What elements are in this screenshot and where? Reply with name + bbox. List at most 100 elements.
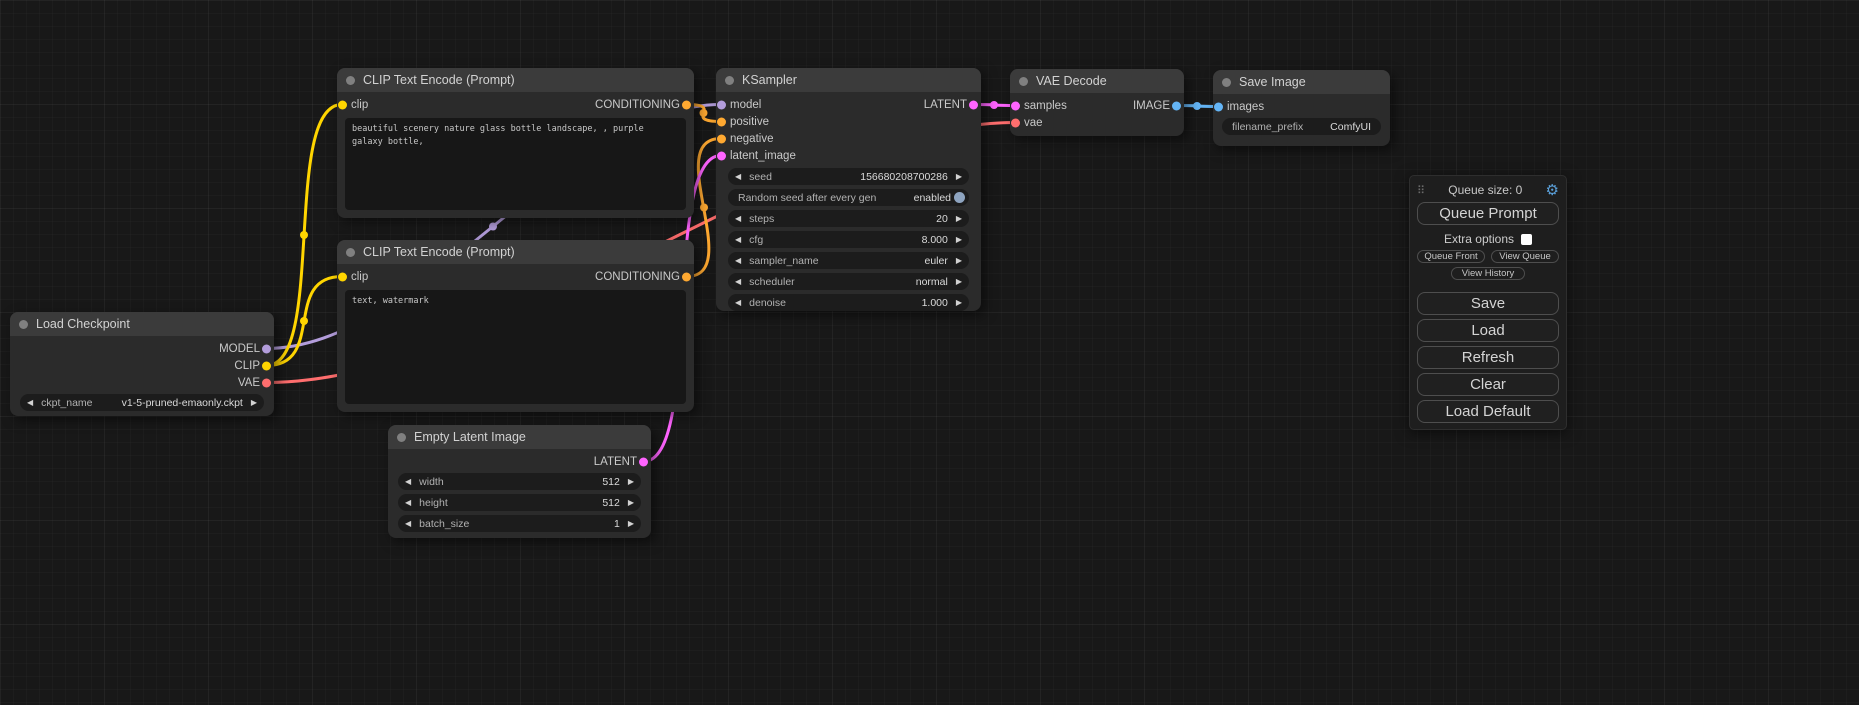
batch-size-widget[interactable]: ◀ batch_size 1 ▶ <box>398 515 641 532</box>
model-input-dot[interactable] <box>717 100 726 109</box>
seed-widget[interactable]: ◀ seed 156680208700286 ▶ <box>728 168 969 185</box>
random-seed-toggle[interactable] <box>954 192 965 203</box>
widget-label: Random seed after every gen <box>738 192 876 204</box>
node-load-checkpoint[interactable]: Load Checkpoint MODEL CLIP VAE ◀ ckpt_na… <box>10 312 274 416</box>
clip-input-dot[interactable] <box>338 100 347 109</box>
cfg-widget[interactable]: ◀ cfg 8.000 ▶ <box>728 231 969 248</box>
sampler-name-widget[interactable]: ◀ sampler_name euler ▶ <box>728 252 969 269</box>
increment-arrow-icon[interactable]: ▶ <box>956 278 962 286</box>
increment-arrow-icon[interactable]: ▶ <box>251 399 257 407</box>
collapse-dot-icon[interactable] <box>1222 78 1231 87</box>
decrement-arrow-icon[interactable]: ◀ <box>405 520 411 528</box>
input-slot-vae: vae <box>1010 114 1184 131</box>
denoise-widget[interactable]: ◀ denoise 1.000 ▶ <box>728 294 969 311</box>
negative-input-dot[interactable] <box>717 134 726 143</box>
decrement-arrow-icon[interactable]: ◀ <box>735 278 741 286</box>
save-button[interactable]: Save <box>1417 292 1559 315</box>
input-label-clip: clip <box>351 99 368 111</box>
model-output-dot[interactable] <box>262 344 271 353</box>
load-button[interactable]: Load <box>1417 319 1559 342</box>
node-empty-latent-image[interactable]: Empty Latent Image LATENT ◀ width 512 ▶ … <box>388 425 651 538</box>
view-history-button[interactable]: View History <box>1451 267 1525 280</box>
filename-prefix-widget[interactable]: filename_prefix ComfyUI <box>1222 118 1381 135</box>
slot-row-clip-conditioning: clip CONDITIONING <box>337 268 694 285</box>
output-label-clip: CLIP <box>234 360 260 372</box>
latent-output-dot[interactable] <box>969 100 978 109</box>
ckpt-name-widget[interactable]: ◀ ckpt_name v1-5-pruned-emaonly.ckpt ▶ <box>20 394 264 411</box>
load-default-button[interactable]: Load Default <box>1417 400 1559 423</box>
width-widget[interactable]: ◀ width 512 ▶ <box>398 473 641 490</box>
vae-output-dot[interactable] <box>262 378 271 387</box>
increment-arrow-icon[interactable]: ▶ <box>628 478 634 486</box>
vae-input-dot[interactable] <box>1011 118 1020 127</box>
clip-input-dot[interactable] <box>338 272 347 281</box>
node-header[interactable]: Empty Latent Image <box>388 425 651 449</box>
output-label-image: IMAGE <box>1133 100 1170 112</box>
increment-arrow-icon[interactable]: ▶ <box>628 499 634 507</box>
positive-input-dot[interactable] <box>717 117 726 126</box>
increment-arrow-icon[interactable]: ▶ <box>956 299 962 307</box>
slot-row-model-latent: model LATENT <box>716 96 981 113</box>
collapse-dot-icon[interactable] <box>725 76 734 85</box>
input-label-model: model <box>730 99 761 111</box>
height-widget[interactable]: ◀ height 512 ▶ <box>398 494 641 511</box>
collapse-dot-icon[interactable] <box>1019 77 1028 86</box>
settings-gear-icon[interactable]: ⚙ <box>1546 183 1559 198</box>
increment-arrow-icon[interactable]: ▶ <box>956 215 962 223</box>
increment-arrow-icon[interactable]: ▶ <box>956 173 962 181</box>
increment-arrow-icon[interactable]: ▶ <box>956 257 962 265</box>
widget-value: 8.000 <box>922 234 948 246</box>
widget-label: cfg <box>749 234 763 246</box>
images-input-dot[interactable] <box>1214 102 1223 111</box>
node-clip-text-encode-negative[interactable]: CLIP Text Encode (Prompt) clip CONDITION… <box>337 240 694 412</box>
collapse-dot-icon[interactable] <box>19 320 28 329</box>
decrement-arrow-icon[interactable]: ◀ <box>735 299 741 307</box>
decrement-arrow-icon[interactable]: ◀ <box>27 399 33 407</box>
samples-input-dot[interactable] <box>1011 101 1020 110</box>
node-title: VAE Decode <box>1036 74 1107 88</box>
increment-arrow-icon[interactable]: ▶ <box>956 236 962 244</box>
input-label-samples: samples <box>1024 100 1067 112</box>
drag-handle-icon[interactable]: ⠿ <box>1417 185 1425 196</box>
collapse-dot-icon[interactable] <box>397 433 406 442</box>
node-vae-decode[interactable]: VAE Decode samples IMAGE vae <box>1010 69 1184 136</box>
node-title: Save Image <box>1239 75 1306 89</box>
node-header[interactable]: CLIP Text Encode (Prompt) <box>337 240 694 264</box>
node-ksampler[interactable]: KSampler model LATENT positive negative … <box>716 68 981 311</box>
decrement-arrow-icon[interactable]: ◀ <box>735 236 741 244</box>
node-header[interactable]: Save Image <box>1213 70 1390 94</box>
node-header[interactable]: CLIP Text Encode (Prompt) <box>337 68 694 92</box>
latent-image-input-dot[interactable] <box>717 151 726 160</box>
decrement-arrow-icon[interactable]: ◀ <box>735 215 741 223</box>
image-output-dot[interactable] <box>1172 101 1181 110</box>
conditioning-output-dot[interactable] <box>682 100 691 109</box>
positive-prompt-textarea[interactable]: beautiful scenery nature glass bottle la… <box>345 118 686 210</box>
queue-front-button[interactable]: Queue Front <box>1417 250 1485 263</box>
comfyui-canvas[interactable]: { "colors": { "model": "#B39DDB", "clip"… <box>0 0 1859 705</box>
decrement-arrow-icon[interactable]: ◀ <box>405 499 411 507</box>
output-slot-vae: VAE <box>10 374 274 391</box>
extra-options-checkbox[interactable] <box>1521 234 1532 245</box>
view-queue-button[interactable]: View Queue <box>1491 250 1559 263</box>
scheduler-widget[interactable]: ◀ scheduler normal ▶ <box>728 273 969 290</box>
decrement-arrow-icon[interactable]: ◀ <box>735 173 741 181</box>
conditioning-output-dot[interactable] <box>682 272 691 281</box>
collapse-dot-icon[interactable] <box>346 248 355 257</box>
collapse-dot-icon[interactable] <box>346 76 355 85</box>
clip-output-dot[interactable] <box>262 361 271 370</box>
decrement-arrow-icon[interactable]: ◀ <box>735 257 741 265</box>
node-header[interactable]: Load Checkpoint <box>10 312 274 336</box>
refresh-button[interactable]: Refresh <box>1417 346 1559 369</box>
queue-prompt-button[interactable]: Queue Prompt <box>1417 202 1559 225</box>
latent-output-dot[interactable] <box>639 457 648 466</box>
negative-prompt-textarea[interactable]: text, watermark <box>345 290 686 404</box>
node-header[interactable]: VAE Decode <box>1010 69 1184 93</box>
clear-button[interactable]: Clear <box>1417 373 1559 396</box>
node-header[interactable]: KSampler <box>716 68 981 92</box>
node-save-image[interactable]: Save Image images filename_prefix ComfyU… <box>1213 70 1390 146</box>
decrement-arrow-icon[interactable]: ◀ <box>405 478 411 486</box>
steps-widget[interactable]: ◀ steps 20 ▶ <box>728 210 969 227</box>
increment-arrow-icon[interactable]: ▶ <box>628 520 634 528</box>
random-seed-widget[interactable]: Random seed after every gen enabled <box>728 189 969 206</box>
node-clip-text-encode-positive[interactable]: CLIP Text Encode (Prompt) clip CONDITION… <box>337 68 694 218</box>
